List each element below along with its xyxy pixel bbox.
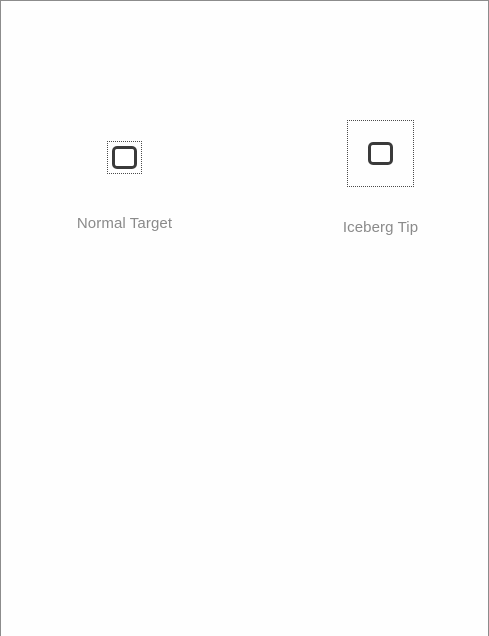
normal-target-label: Normal Target bbox=[76, 215, 173, 232]
normal-target-rounded-square-icon[interactable] bbox=[112, 146, 137, 169]
iceberg-target-label: Iceberg Tip bbox=[342, 219, 419, 236]
iceberg-target-rounded-square-icon[interactable] bbox=[368, 142, 393, 165]
iceberg-target-hit-area[interactable] bbox=[347, 120, 414, 187]
normal-target-hit-area[interactable] bbox=[107, 141, 142, 174]
demo-canvas: Normal Target Iceberg Tip bbox=[0, 0, 489, 636]
